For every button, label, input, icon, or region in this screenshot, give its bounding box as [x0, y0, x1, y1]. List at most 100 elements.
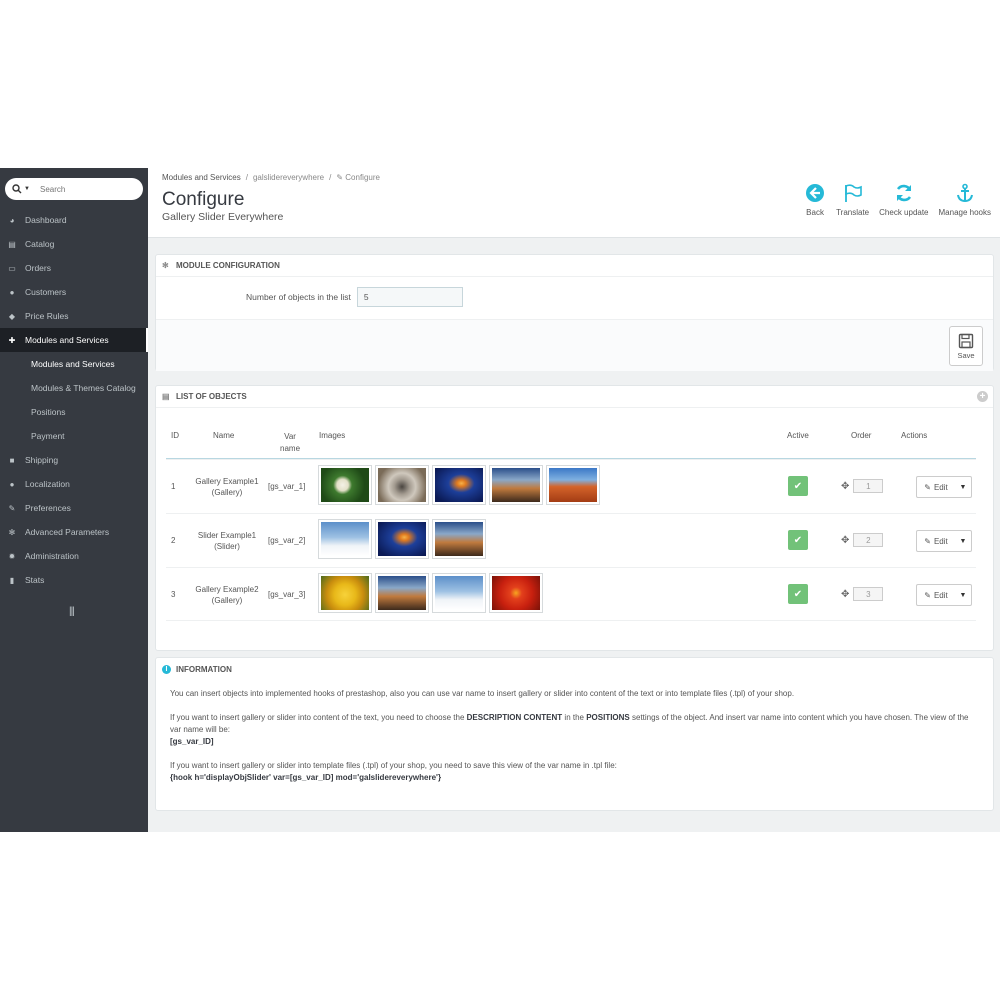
thumbnail-koala[interactable]: [375, 465, 429, 505]
order-input[interactable]: [853, 533, 884, 547]
submenu-themes-catalog[interactable]: Modules & Themes Catalog: [0, 376, 148, 400]
manage-hooks-button[interactable]: Manage hooks: [934, 182, 996, 217]
column-images[interactable]: Images: [319, 431, 345, 440]
active-toggle[interactable]: ✔: [788, 584, 808, 604]
move-icon[interactable]: ✥: [841, 481, 849, 492]
breadcrumb-module[interactable]: galslidereverywhere: [253, 173, 324, 182]
breadcrumb-modules[interactable]: Modules and Services: [162, 173, 241, 182]
submenu-positions[interactable]: Positions: [0, 400, 148, 424]
info-code: [gs_var_ID]: [170, 737, 214, 746]
column-var-line1: Var: [284, 432, 296, 441]
menu-label: Customers: [25, 287, 67, 297]
caret-down-icon[interactable]: ▼: [955, 484, 971, 491]
add-new-icon[interactable]: +: [977, 391, 988, 402]
collapse-menu-icon[interactable]: |||: [69, 606, 75, 617]
info-paragraph-2: If you want to insert gallery or slider …: [170, 712, 980, 748]
menu-item-modules[interactable]: ✚ Modules and Services: [0, 328, 148, 352]
menu-label: Price Rules: [25, 311, 69, 321]
move-icon[interactable]: ✥: [841, 589, 849, 600]
menu-item-customers[interactable]: ● Customers: [0, 280, 148, 304]
thumbnail-desert[interactable]: [546, 465, 600, 505]
row-images: [318, 573, 543, 613]
dashboard-icon: ◕: [9, 215, 15, 225]
menu-item-preferences[interactable]: ✎ Preferences: [0, 496, 148, 520]
submenu-modules-services[interactable]: Modules and Services: [0, 352, 148, 376]
translate-label: Translate: [836, 208, 870, 217]
column-id[interactable]: ID: [171, 431, 179, 440]
active-toggle[interactable]: ✔: [788, 476, 808, 496]
table-row: 3 Gallery Example2 (Gallery) [gs_var_3] ✔…: [166, 567, 976, 621]
row-name: Gallery Example1 (Gallery): [188, 476, 266, 498]
toolbar: Back Translate Check update Manage hooks: [799, 182, 996, 217]
caret-down-icon[interactable]: ▼: [955, 592, 971, 599]
list-heading: LIST OF OBJECTS: [176, 392, 247, 401]
menu-label: Preferences: [25, 503, 71, 513]
book-icon: ▤: [8, 239, 16, 249]
panel-heading: ✻ MODULE CONFIGURATION: [156, 255, 993, 277]
search-input[interactable]: [40, 184, 130, 194]
thumbnail-jellyfish[interactable]: [432, 465, 486, 505]
menu-item-localization[interactable]: ● Localization: [0, 472, 148, 496]
order-input[interactable]: [853, 587, 884, 601]
manage-hooks-label: Manage hooks: [938, 208, 991, 217]
column-actions[interactable]: Actions: [901, 431, 927, 440]
translate-button[interactable]: Translate: [831, 182, 874, 217]
menu-item-price-rules[interactable]: ◆ Price Rules: [0, 304, 148, 328]
check-update-button[interactable]: Check update: [874, 182, 933, 217]
module-configuration-panel: ✻ MODULE CONFIGURATION Number of objects …: [155, 254, 994, 371]
save-label: Save: [957, 350, 975, 360]
column-active[interactable]: Active: [787, 431, 809, 440]
thumbnail-jellyfish[interactable]: [375, 519, 429, 559]
row-name-line1: Slider Example1: [197, 531, 257, 540]
caret-down-icon[interactable]: ▼: [955, 538, 971, 545]
thumbnail-lighthouse[interactable]: [375, 573, 429, 613]
thumbnail-flower[interactable]: [318, 465, 372, 505]
edit-label: Edit: [933, 482, 948, 492]
menu-item-advanced-parameters[interactable]: ✻ Advanced Parameters: [0, 520, 148, 544]
menu-item-orders[interactable]: ▭ Orders: [0, 256, 148, 280]
menu-item-catalog[interactable]: ▤ Catalog: [0, 232, 148, 256]
order-control: ✥: [841, 533, 884, 547]
thumbnail-penguins[interactable]: [432, 573, 486, 613]
thumbnail-penguins[interactable]: [318, 519, 372, 559]
row-var-name: [gs_var_3]: [268, 590, 306, 599]
column-var-name[interactable]: Var name: [280, 431, 300, 455]
submenu-payment[interactable]: Payment: [0, 424, 148, 448]
column-name[interactable]: Name: [213, 431, 234, 440]
thumbnail-chrysanthemum[interactable]: [489, 573, 543, 613]
back-button[interactable]: Back: [799, 182, 831, 217]
check-icon: ✔: [793, 534, 803, 546]
users-icon: ●: [9, 287, 15, 297]
info-text: If you want to insert gallery or slider …: [170, 761, 617, 770]
column-order[interactable]: Order: [851, 431, 871, 440]
table-row: 1 Gallery Example1 (Gallery) [gs_var_1] ✔…: [166, 459, 976, 513]
bar-chart-icon: ▮: [9, 575, 15, 585]
thumbnail-lighthouse[interactable]: [489, 465, 543, 505]
search-icon[interactable]: ▼: [12, 184, 34, 194]
row-var-name: [gs_var_1]: [268, 482, 306, 491]
order-input[interactable]: [853, 479, 884, 493]
move-icon[interactable]: ✥: [841, 535, 849, 546]
objects-count-input[interactable]: [356, 287, 463, 307]
menu-label: Modules and Services: [25, 335, 109, 345]
row-name: Slider Example1 (Slider): [188, 530, 266, 552]
menu-item-dashboard[interactable]: ◕ Dashboard: [0, 208, 148, 232]
save-button[interactable]: Save: [949, 326, 983, 366]
menu-item-stats[interactable]: ▮ Stats: [0, 568, 148, 592]
menu-label: Shipping: [25, 455, 59, 465]
page-title: Configure: [162, 189, 245, 210]
edit-button[interactable]: ✎ Edit ▼: [916, 530, 972, 552]
main-menu: ◕ Dashboard ▤ Catalog ▭ Orders ● Customers ◆…: [0, 208, 148, 592]
thumbnail-lighthouse[interactable]: [432, 519, 486, 559]
menu-item-administration[interactable]: ✹ Administration: [0, 544, 148, 568]
breadcrumb: Modules and Services / galslidereverywhere…: [162, 173, 380, 182]
edit-button[interactable]: ✎ Edit ▼: [916, 476, 972, 498]
search-box[interactable]: ▼: [5, 178, 143, 200]
flag-icon: [842, 182, 864, 204]
info-code: {hook h='displayObjSlider' var=[gs_var_I…: [170, 773, 442, 782]
active-toggle[interactable]: ✔: [788, 530, 808, 550]
row-name-line2: (Slider): [214, 542, 240, 551]
menu-item-shipping[interactable]: ■ Shipping: [0, 448, 148, 472]
thumbnail-tulips[interactable]: [318, 573, 372, 613]
edit-button[interactable]: ✎ Edit ▼: [916, 584, 972, 606]
